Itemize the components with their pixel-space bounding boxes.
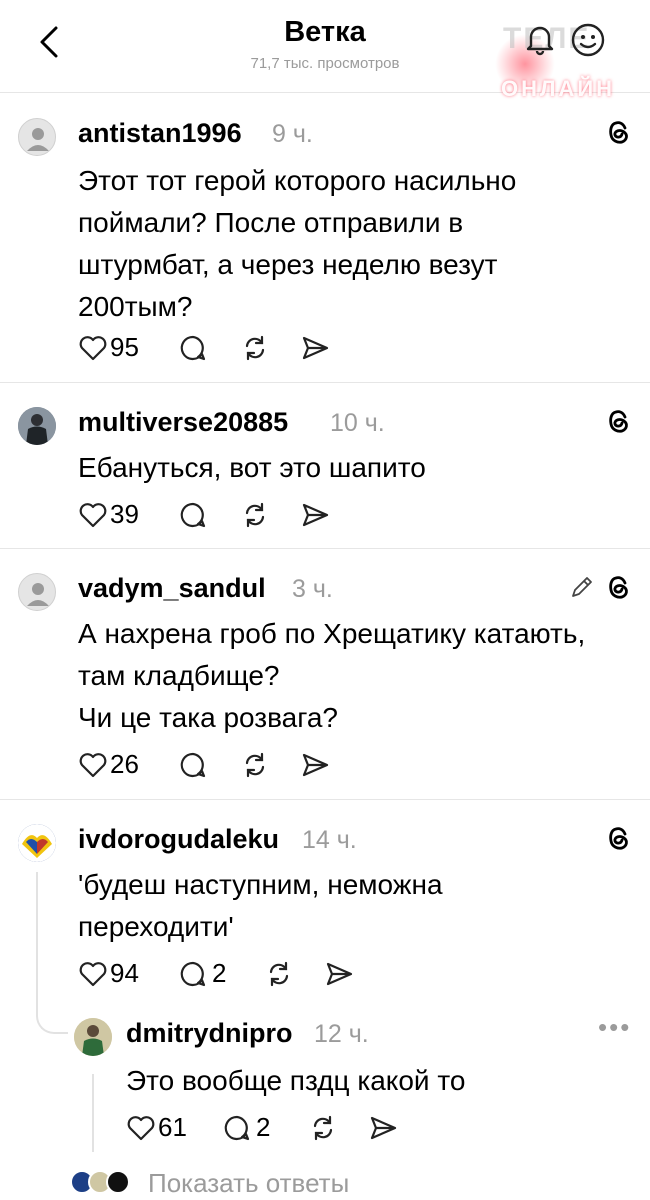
timestamp: 10 ч. (330, 409, 385, 437)
post-text: Этот тот герой которого насильно (78, 165, 517, 196)
avatar[interactable] (74, 1018, 112, 1056)
repost-icon[interactable] (240, 749, 270, 781)
timestamp: 14 ч. (302, 826, 357, 854)
avatar[interactable] (18, 407, 56, 445)
channel-watermark: ТЕЛЕ ОНЛАЙН (495, 10, 635, 101)
comment-icon[interactable] (178, 499, 208, 531)
smile-icon[interactable] (570, 22, 606, 58)
username[interactable]: multiverse20885 (78, 407, 288, 438)
post: antistan1996 9 ч. Этот тот герой которог… (0, 92, 650, 382)
heart-icon[interactable] (126, 1112, 156, 1144)
timestamp: 9 ч. (272, 120, 313, 148)
timestamp: 12 ч. (314, 1020, 369, 1048)
repost-icon[interactable] (240, 332, 270, 364)
post-text: 'будеш наступним, неможна (78, 869, 443, 900)
avatar[interactable] (18, 824, 56, 862)
pencil-icon[interactable] (570, 575, 594, 599)
post-text: А нахрена гроб по Хрещатику катають, (78, 618, 586, 649)
threads-icon[interactable] (606, 407, 632, 435)
reply-count: 2 (256, 1112, 271, 1142)
heart-icon[interactable] (78, 958, 108, 990)
username[interactable]: antistan1996 (78, 118, 242, 149)
share-icon[interactable] (324, 958, 354, 990)
post: multiverse20885 10 ч. Ебануться, вот это… (0, 383, 650, 548)
post-text: переходити' (78, 911, 234, 942)
like-count: 61 (158, 1112, 187, 1142)
threads-icon[interactable] (606, 118, 632, 146)
post-text: Ебануться, вот это шапито (78, 452, 426, 483)
share-icon[interactable] (300, 332, 330, 364)
heart-icon[interactable] (78, 332, 108, 364)
top-bar: Ветка 71,7 тыс. просмотров ТЕЛЕ ОНЛАЙН (0, 0, 650, 101)
reply-count: 2 (212, 958, 227, 988)
post-text: 200тым? (78, 291, 193, 322)
threads-icon[interactable] (606, 824, 632, 852)
avatar[interactable] (18, 118, 56, 156)
chevron-down-icon (106, 1170, 130, 1194)
comment-icon[interactable] (222, 1112, 252, 1144)
heart-icon[interactable] (78, 499, 108, 531)
post: vadym_sandul 3 ч. А нахрена гроб по Хрещ… (0, 549, 650, 799)
bell-icon[interactable] (525, 22, 555, 56)
username[interactable]: vadym_sandul (78, 573, 266, 604)
post-text: Это вообще пздц какой то (126, 1065, 466, 1096)
comment-icon[interactable] (178, 749, 208, 781)
threads-icon[interactable] (606, 573, 632, 601)
share-icon[interactable] (368, 1112, 398, 1144)
like-count: 26 (110, 749, 139, 779)
share-icon[interactable] (300, 749, 330, 781)
repost-icon[interactable] (240, 499, 270, 531)
comment-icon[interactable] (178, 958, 208, 990)
like-count: 94 (110, 958, 139, 988)
timestamp: 3 ч. (292, 575, 333, 603)
thread-connector (36, 872, 68, 1034)
comment-icon[interactable] (178, 332, 208, 364)
more-options-icon[interactable]: ••• (598, 1012, 631, 1043)
like-count: 39 (110, 499, 139, 529)
post-text: штурмбат, а через неделю везут (78, 249, 498, 280)
username[interactable]: dmitrydnipro (126, 1018, 293, 1049)
like-count: 95 (110, 332, 139, 362)
repost-icon[interactable] (308, 1112, 338, 1144)
post-text: поймали? После отправили в (78, 207, 464, 238)
heart-icon[interactable] (78, 749, 108, 781)
post-text: там кладбище? (78, 660, 280, 691)
post-text: Чи це така розвага? (78, 702, 338, 733)
avatar[interactable] (18, 573, 56, 611)
repost-icon[interactable] (264, 958, 294, 990)
reply-post: dmitrydnipro 12 ч. ••• Это вообще пздц к… (0, 1012, 650, 1162)
username[interactable]: ivdorogudaleku (78, 824, 279, 855)
show-replies-link[interactable]: Показать ответы (148, 1168, 349, 1199)
share-icon[interactable] (300, 499, 330, 531)
